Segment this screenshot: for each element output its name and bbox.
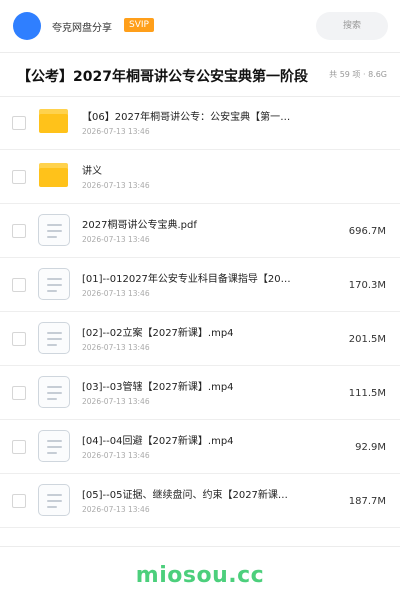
footer-divider [0,546,400,547]
item-name: 2027桐哥讲公专宝典.pdf [82,220,197,231]
item-size: 201.5M [348,334,386,345]
row-divider [0,527,400,528]
watermark-text: miosou.cc [135,563,265,588]
item-size: 111.5M [348,388,386,399]
folder-icon [39,163,68,187]
item-name: [05]--05证据、继续盘问、约束【2027新课】.mp4 [82,490,297,501]
header-divider [0,52,400,53]
svip-badge: SVIP [124,18,154,32]
item-name: [04]--04回避【2027新课】.mp4 [82,436,234,447]
select-checkbox[interactable] [12,494,26,508]
document-icon [38,322,70,354]
item-date: 2026-07-13 13:46 [82,505,150,514]
select-checkbox[interactable] [12,116,26,130]
item-date: 2026-07-13 13:46 [82,343,150,352]
document-icon [38,484,70,516]
item-size: 696.7M [348,226,386,237]
item-date: 2026-07-13 13:46 [82,451,150,460]
folder-item-count: 共 59 项 · 8.6G [329,70,387,79]
page-title: 【公考】2027年桐哥讲公专公安宝典第一阶段 [17,69,308,85]
list-item[interactable]: [02]--02立案【2027新课】.mp4 2026-07-13 13:46 … [0,312,400,366]
list-item[interactable]: [01]--012027年公安专业科目备课指导【2027新课】.mp4 2026… [0,258,400,312]
select-checkbox[interactable] [12,386,26,400]
select-checkbox[interactable] [12,440,26,454]
app-header: 夸克网盘分享 SVIP 搜索 [0,0,400,52]
item-size: 92.9M [355,442,386,453]
list-item[interactable]: [03]--03管辖【2027新课】.mp4 2026-07-13 13:46 … [0,366,400,420]
search-input[interactable]: 搜索 [316,12,388,40]
item-date: 2026-07-13 13:46 [82,235,150,244]
item-name: 讲义 [82,166,102,177]
item-name: [01]--012027年公安专业科目备课指导【2027新课】.mp4 [82,274,297,285]
select-checkbox[interactable] [12,332,26,346]
select-checkbox[interactable] [12,224,26,238]
item-size: 187.7M [348,496,386,507]
document-icon [38,268,70,300]
list-item[interactable]: [05]--05证据、继续盘问、约束【2027新课】.mp4 2026-07-1… [0,474,400,528]
folder-icon [39,109,68,133]
list-item[interactable]: 【06】2027年桐哥讲公专：公安宝典【第一阶段】 2026-07-13 13:… [0,96,400,150]
select-checkbox[interactable] [12,170,26,184]
item-date: 2026-07-13 13:46 [82,289,150,298]
avatar[interactable] [13,12,41,40]
list-item[interactable]: [04]--04回避【2027新课】.mp4 2026-07-13 13:46 … [0,420,400,474]
folder-title-bar: 【公考】2027年桐哥讲公专公安宝典第一阶段 共 59 项 · 8.6G [0,56,400,96]
list-item[interactable]: 讲义 2026-07-13 13:46 [0,150,400,204]
item-size: 170.3M [348,280,386,291]
list-item[interactable]: 2027桐哥讲公专宝典.pdf 2026-07-13 13:46 696.7M [0,204,400,258]
document-icon [38,430,70,462]
item-date: 2026-07-13 13:46 [82,397,150,406]
document-icon [38,214,70,246]
item-name: 【06】2027年桐哥讲公专：公安宝典【第一阶段】 [82,112,297,123]
item-name: [02]--02立案【2027新课】.mp4 [82,328,234,339]
item-date: 2026-07-13 13:46 [82,181,150,190]
select-checkbox[interactable] [12,278,26,292]
item-name: [03]--03管辖【2027新课】.mp4 [82,382,234,393]
document-icon [38,376,70,408]
share-owner-name: 夸克网盘分享 [52,23,112,34]
item-date: 2026-07-13 13:46 [82,127,150,136]
